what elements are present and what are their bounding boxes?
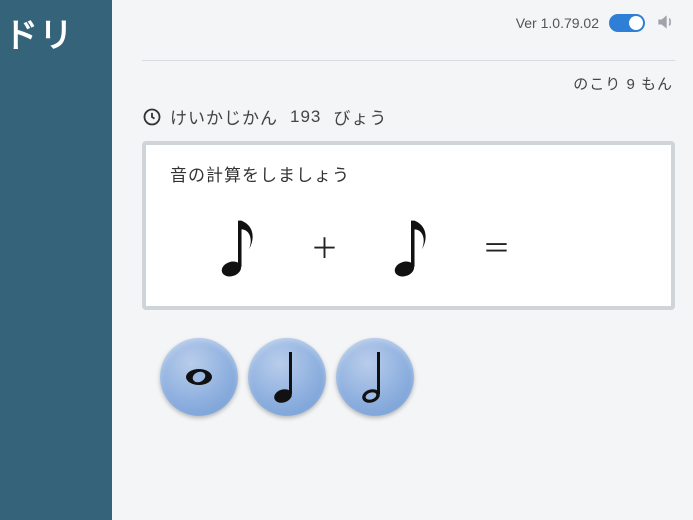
eighth-note-icon: [389, 214, 433, 280]
sound-icon[interactable]: [655, 12, 675, 35]
app-logo: ドリ: [4, 8, 74, 57]
answer-option-half-note[interactable]: [336, 338, 414, 416]
timer-row: けいかじかん 193 びょう: [142, 104, 675, 129]
sidebar: ドリ: [0, 0, 112, 520]
timer-value: 193: [290, 107, 321, 127]
timer-label: けいかじかん: [170, 104, 278, 129]
eighth-note-icon: [216, 214, 260, 280]
remaining-prefix: のこり: [573, 76, 621, 93]
divider: [142, 60, 675, 61]
logo-text: ドリ: [4, 17, 74, 55]
toggle-switch[interactable]: [609, 14, 645, 32]
timer-unit: びょう: [333, 104, 387, 129]
question-card: 音の計算をしましょう ＋ ＝: [142, 141, 675, 310]
question-instruction: 音の計算をしましょう: [170, 161, 647, 186]
answer-option-quarter-note[interactable]: [248, 338, 326, 416]
answer-row: [142, 338, 675, 416]
plus-operator: ＋: [310, 227, 338, 267]
toggle-knob: [629, 16, 643, 30]
clock-icon: [142, 107, 162, 127]
remaining-count: 9: [626, 76, 635, 93]
quarter-note-icon: [272, 348, 302, 406]
remaining-suffix: もん: [641, 76, 673, 93]
version-label: Ver 1.0.79.02: [516, 15, 599, 31]
main-panel: Ver 1.0.79.02 のこり 9 もん: [112, 0, 693, 520]
half-note-icon: [360, 348, 390, 406]
app-root: ドリ Ver 1.0.79.02 のこり 9 もん: [0, 0, 693, 520]
equals-sign: ＝: [483, 227, 511, 267]
answer-option-whole-note[interactable]: [160, 338, 238, 416]
remaining-counter: のこり 9 もん: [142, 69, 675, 104]
whole-note-icon: [182, 366, 216, 388]
equation-row: ＋ ＝: [170, 208, 647, 284]
top-bar: Ver 1.0.79.02: [142, 6, 675, 40]
